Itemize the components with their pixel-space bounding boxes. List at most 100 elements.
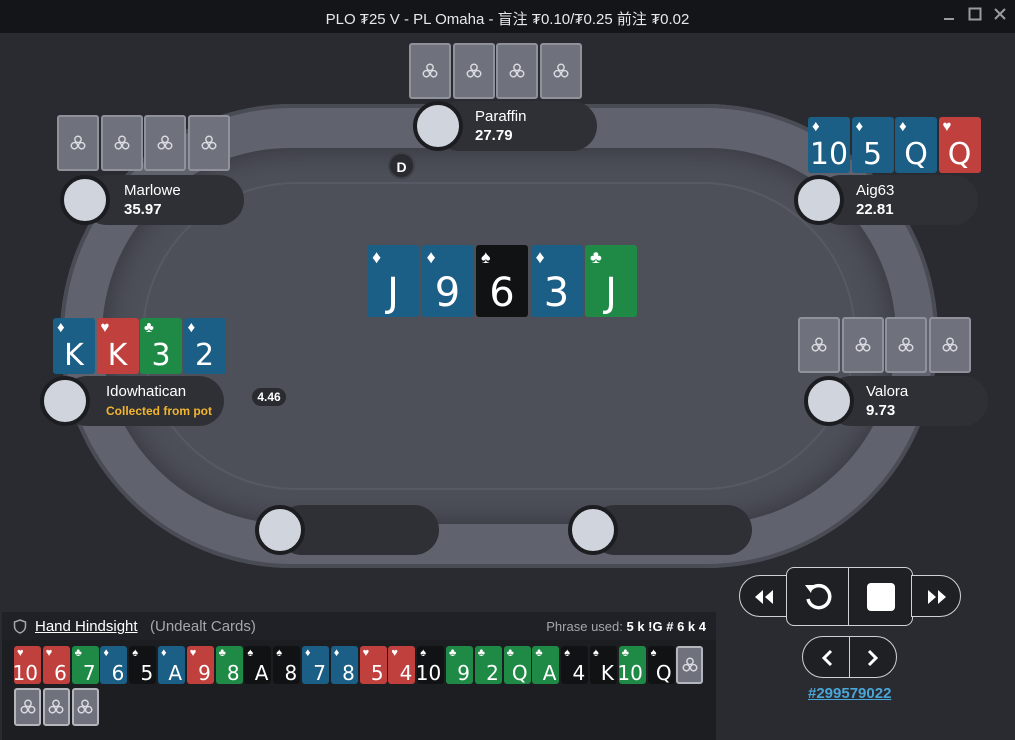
rewind-icon (755, 590, 773, 604)
playing-card: ♠ K (590, 646, 617, 684)
card-rank: 5 (140, 661, 154, 684)
card-back-logo-icon (157, 135, 173, 150)
card-rank: 8 (342, 661, 355, 684)
player-stack: 35.97 (124, 201, 162, 218)
replay-icon (805, 583, 832, 610)
hearts-suit-icon: ♥ (45, 647, 53, 659)
card-rank: Q (655, 661, 672, 684)
playing-card: ♠ 5 (129, 646, 157, 684)
card-back-logo-icon (20, 699, 35, 714)
playing-card: ♦ 10 (808, 117, 850, 173)
player-name: Marlowe (124, 182, 181, 199)
hindsight-title[interactable]: Hand Hindsight (35, 618, 138, 635)
diamonds-suit-icon: ♦ (855, 118, 864, 135)
diamonds-suit-icon: ♦ (103, 647, 110, 659)
card-back (841, 317, 884, 373)
previous-action-button[interactable] (802, 636, 850, 678)
minimize-icon[interactable] (940, 7, 958, 25)
playing-card: ♠ 8 (273, 646, 301, 684)
playing-card: ♦ 8 (330, 646, 358, 684)
playing-card: ♠ A (244, 646, 272, 684)
card-rank: 5 (862, 137, 883, 172)
close-icon[interactable] (991, 7, 1009, 25)
chevron-right-icon (867, 649, 879, 667)
spades-suit-icon: ♠ (650, 647, 657, 659)
stop-button[interactable] (848, 567, 913, 626)
card-back-logo-icon (77, 699, 93, 714)
card-back-logo-icon (466, 63, 481, 78)
card-back (14, 688, 41, 726)
hearts-suit-icon: ♥ (100, 319, 110, 336)
card-back-logo-icon (509, 63, 525, 78)
playing-card: ♥ K (96, 318, 139, 374)
playing-card: ♥ 9 (186, 646, 214, 684)
player-stack: 22.81 (856, 201, 894, 218)
avatar (794, 175, 844, 225)
card-back (187, 115, 230, 171)
diamonds-suit-icon: ♦ (899, 118, 907, 135)
clubs-suit-icon: ♣ (621, 647, 630, 659)
hand-id-link[interactable]: #299579022 (808, 685, 891, 702)
playing-card: ♥ 10 (14, 646, 41, 684)
hindsight-subtitle: (Undealt Cards) (150, 618, 256, 635)
next-action-button[interactable] (849, 636, 897, 678)
card-rank: J (387, 270, 399, 316)
card-rank: 8 (284, 661, 298, 684)
avatar (568, 505, 618, 555)
window-title: PLO ₮25 V - PL Omaha - 盲注 ₮0.10/₮0.25 前注… (325, 11, 690, 28)
player-status: Collected from pot (106, 404, 213, 418)
avatar (40, 376, 90, 426)
spades-suit-icon: ♠ (564, 647, 571, 659)
rewind-button[interactable] (739, 575, 789, 617)
spades-suit-icon: ♠ (481, 247, 491, 267)
playing-card: ♣ A (532, 646, 560, 684)
replay-button[interactable] (786, 567, 849, 626)
card-rank: 7 (82, 661, 96, 684)
fast-forward-icon (928, 590, 946, 604)
player-name: Valora (866, 383, 909, 400)
diamonds-suit-icon: ♦ (187, 319, 196, 336)
player-stack: 27.79 (475, 127, 513, 144)
player-name: Paraffin (475, 108, 527, 125)
spades-suit-icon: ♠ (132, 647, 139, 659)
title-bar: PLO ₮25 V - PL Omaha - 盲注 ₮0.10/₮0.25 前注… (0, 0, 1015, 33)
card-back-logo-icon (201, 135, 216, 150)
spades-suit-icon: ♠ (247, 647, 254, 659)
playing-card: ♠ Q (647, 646, 675, 684)
clubs-suit-icon: ♣ (477, 647, 486, 659)
chevron-left-icon (821, 649, 833, 667)
playing-card: ♥ 6 (42, 646, 70, 684)
spades-suit-icon: ♠ (593, 647, 599, 659)
card-back (144, 115, 186, 171)
clubs-suit-icon: ♣ (535, 647, 543, 659)
card-rank: 3 (151, 338, 171, 373)
card-back (676, 646, 704, 684)
playing-card: ♠ 4 (561, 646, 589, 684)
diamonds-suit-icon: ♦ (161, 647, 167, 659)
avatar (804, 376, 854, 426)
card-rank: J (605, 270, 617, 316)
card-rank: Q (947, 137, 972, 172)
card-rank: 2 (486, 661, 499, 684)
hindsight-header: Hand Hindsight (Undealt Cards) Phrase us… (2, 612, 716, 640)
card-rank: K (600, 661, 614, 684)
diamonds-suit-icon: ♦ (812, 118, 820, 135)
card-back (452, 43, 495, 99)
playing-card: ♦ Q (895, 117, 937, 173)
card-back-logo-icon (70, 135, 86, 150)
card-rank: 9 (198, 661, 211, 684)
playing-card: ♣ Q (503, 646, 531, 684)
playing-card: ♣ 3 (140, 318, 182, 374)
playing-card: ♣ J (585, 245, 637, 317)
card-back (928, 317, 971, 373)
card-back (42, 688, 70, 726)
fast-forward-button[interactable] (911, 575, 961, 617)
diamonds-suit-icon: ♦ (372, 247, 382, 267)
player-stack: 9.73 (866, 402, 896, 419)
diamonds-suit-icon: ♦ (535, 247, 545, 267)
maximize-icon[interactable] (966, 7, 984, 25)
card-rank: 5 (370, 661, 384, 684)
avatar (413, 101, 463, 151)
spades-suit-icon: ♠ (420, 647, 427, 659)
card-rank: 6 (54, 661, 67, 684)
